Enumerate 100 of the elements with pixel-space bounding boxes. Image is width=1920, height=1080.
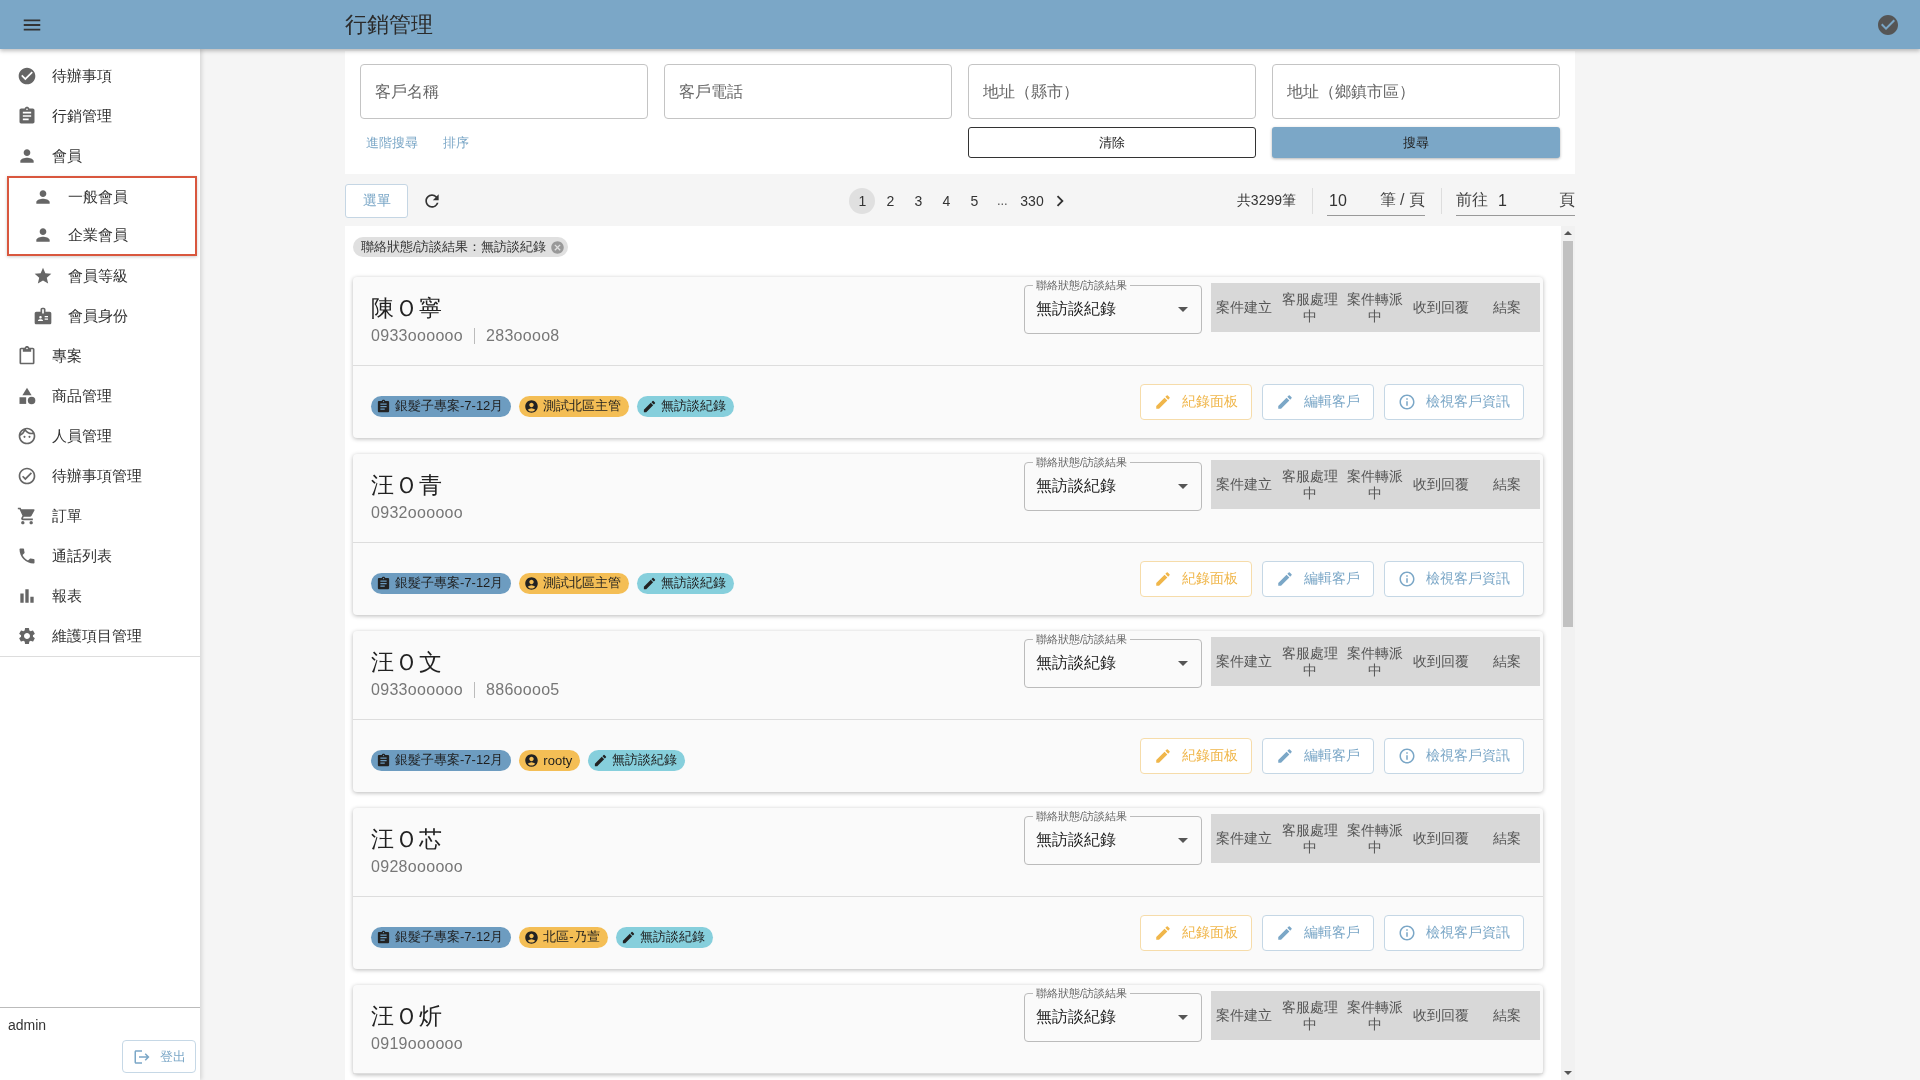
sidebar-item[interactable]: 報表 [0,576,200,616]
pencil-icon [1154,924,1172,942]
status-select[interactable]: 聯絡狀態/訪談結果 無訪談紀錄 [1024,455,1202,511]
input-field[interactable]: 客戶名稱 [360,64,648,119]
refresh-icon[interactable] [422,191,442,211]
step-label: 客服處理中 [1280,643,1339,680]
pencil-icon [1276,924,1294,942]
sidebar-item[interactable]: 商品管理 [0,376,200,416]
step-label: 結案 [1492,652,1523,671]
sidebar-item[interactable]: 待辦事項管理 [0,456,200,496]
clipboard-icon [17,346,37,366]
search-button[interactable]: 搜尋 [1272,127,1560,158]
scroll-up-icon[interactable] [1564,231,1572,235]
pencil-icon [642,398,658,414]
customer-name: 汪Ｏ青 [371,471,444,500]
sidebar-item[interactable]: 一般會員 [9,178,195,216]
pencil-icon [1276,570,1294,588]
input-field[interactable]: 地址（縣市） [968,64,1256,119]
sidebar-item[interactable]: 會員等級 [0,256,200,296]
sidebar-item[interactable]: 待辦事項 [0,56,200,96]
clear-button[interactable]: 清除 [968,127,1256,158]
pencil-icon [1154,393,1172,411]
info-icon [1398,924,1416,942]
total-count: 共3299筆 [1236,192,1296,210]
status-select[interactable]: 聯絡狀態/訪談結果 無訪談紀錄 [1024,986,1202,1042]
customer-name: 汪Ｏ芯 [371,825,444,854]
dropdown-caret-icon [1178,838,1188,843]
input-field[interactable]: 地址（鄉鎮市區） [1272,64,1560,119]
unit-label: 筆 / 頁 [1379,190,1425,210]
tag-label: 無訪談紀錄 [661,397,727,415]
step-label: 案件轉派中 [1346,643,1405,680]
step-label: 客服處理中 [1280,466,1339,503]
logout-icon [132,1047,151,1066]
clipboard-icon [376,398,391,414]
sidebar-item[interactable]: 人員管理 [0,416,200,456]
status-select[interactable]: 聯絡狀態/訪談結果 無訪談紀錄 [1024,809,1202,865]
page-button[interactable]: 330 [1017,188,1047,214]
input-field[interactable]: 客戶電話 [664,64,952,119]
step-label: 案件建立 [1214,1006,1273,1025]
tag-label: 銀髮子專案-7-12月 [395,928,504,946]
step-label: 客服處理中 [1280,289,1339,326]
clipboard-icon [376,752,391,768]
customer-name: 汪Ｏ文 [371,648,444,677]
step-label: 結案 [1492,475,1523,494]
sidebar-item[interactable]: 專案 [0,336,200,376]
sidebar-item[interactable]: 會員身份 [0,296,200,336]
sidebar-item[interactable]: 行銷管理 [0,96,200,136]
user-name: admin [8,1016,48,1034]
sidebar-item[interactable]: 會員 [0,136,200,176]
step-label: 結案 [1492,829,1523,848]
clipboard-icon [376,929,391,945]
unit-label: 頁 [1559,190,1575,210]
pencil-icon [620,929,636,945]
step-label: 案件轉派中 [1346,997,1405,1034]
page-title: 行銷管理 [345,10,434,39]
step-label: 客服處理中 [1280,997,1339,1034]
page-button[interactable]: 3 [905,188,932,214]
sidebar-item[interactable]: 訂單 [0,496,200,536]
page-button[interactable]: 2 [877,188,904,214]
clipboard-icon [376,575,391,591]
step-label: 案件建立 [1214,652,1273,671]
tag-label: 測試北區主管 [543,397,622,415]
info-icon [1398,393,1416,411]
tag-label: 銀髮子專案-7-12月 [395,751,504,769]
dropdown-caret-icon [1178,661,1188,666]
cart-icon [17,506,37,526]
step-label: 收到回覆 [1412,1006,1471,1025]
pencil-icon [1154,747,1172,765]
page-number-input[interactable]: 1 [1496,191,1551,210]
scrollbar-thumb[interactable] [1563,241,1573,627]
sidebar-item[interactable]: 維護項目管理 [0,616,200,656]
dropdown-caret-icon [1178,484,1188,489]
page-size-input[interactable]: 10 [1327,191,1372,210]
customer-name: 汪Ｏ炘 [371,1002,444,1031]
phone-number: 886oooo5 [486,680,560,700]
page-button[interactable]: 1 [849,188,876,214]
scroll-down-icon[interactable] [1564,1071,1572,1075]
step-label: 案件建立 [1214,298,1273,317]
status-select[interactable]: 聯絡狀態/訪談結果 無訪談紀錄 [1024,632,1202,688]
dropdown-caret-icon [1178,1015,1188,1020]
scrollbar[interactable] [1561,226,1575,1080]
page-button[interactable]: 5 [961,188,988,214]
step-label: 客服處理中 [1280,820,1339,857]
phone-number: 283oooo8 [486,326,560,346]
tag-label: rooty [543,752,573,768]
phone-number: 0933oooooo [371,326,463,346]
tag-label: 無訪談紀錄 [639,928,705,946]
tag-label: 銀髮子專案-7-12月 [395,397,504,415]
info-icon [1398,747,1416,765]
pencil-icon [642,575,658,591]
settings-icon [17,626,37,646]
customer-name: 陳Ｏ寧 [371,294,444,323]
phone-icon [17,546,37,566]
step-label: 案件建立 [1214,475,1273,494]
page-button[interactable]: 4 [933,188,960,214]
phone-number: 0933oooooo [371,680,463,700]
sidebar-item[interactable]: 通話列表 [0,536,200,576]
sidebar-item[interactable]: 企業會員 [9,216,195,254]
prefix-label: 前往 [1456,190,1488,210]
status-select[interactable]: 聯絡狀態/訪談結果 無訪談紀錄 [1024,278,1202,334]
